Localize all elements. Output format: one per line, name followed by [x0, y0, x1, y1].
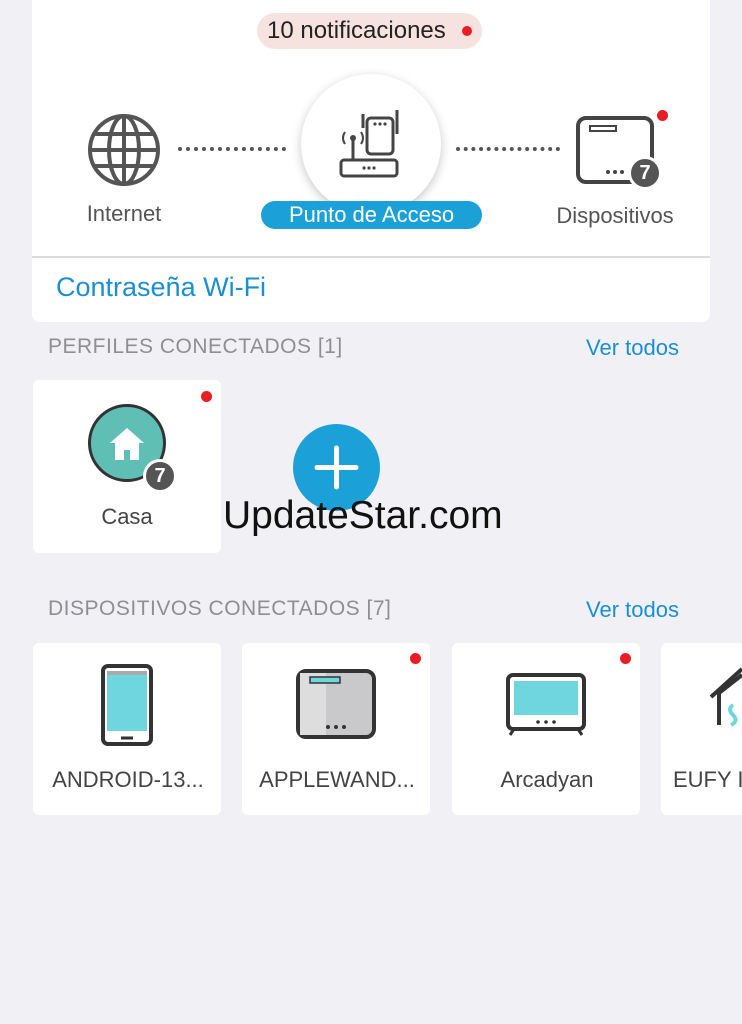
watermark-text: UpdateStar.com	[223, 494, 503, 537]
devices-alert-dot	[657, 110, 668, 121]
router-box-icon	[296, 669, 376, 739]
globe-icon	[88, 114, 160, 186]
device-card[interactable]: Arcadyan	[452, 643, 640, 815]
profile-card[interactable]: 7 Casa	[33, 380, 221, 553]
profiles-section-title: PERFILES CONECTADOS [1]	[48, 335, 343, 358]
notifications-label: 10 notificaciones	[267, 17, 446, 44]
tv-icon	[506, 673, 586, 736]
access-point-label: Punto de Acceso	[261, 201, 482, 229]
devices-section-title: DISPOSITIVOS CONECTADOS [7]	[48, 597, 392, 620]
profiles-see-all-link[interactable]: Ver todos	[586, 335, 679, 361]
notification-dot	[461, 26, 472, 36]
device-name: APPLEWAND...	[259, 767, 415, 792]
card-divider	[32, 256, 710, 258]
internet-node[interactable]	[86, 112, 162, 188]
access-point-node[interactable]	[301, 74, 441, 214]
smart-home-icon	[709, 667, 742, 727]
internet-label: Internet	[86, 201, 162, 226]
connector-ap-devices	[456, 147, 560, 151]
devices-see-all-link[interactable]: Ver todos	[586, 597, 679, 623]
profile-device-count-badge: 7	[143, 459, 177, 493]
wifi-password-link[interactable]: Contraseña Wi-Fi	[56, 272, 266, 303]
device-name: ANDROID-13...	[52, 767, 204, 792]
profile-name: Casa	[101, 504, 153, 529]
device-name: Arcadyan	[500, 767, 594, 792]
device-card[interactable]: ANDROID-13...	[33, 643, 221, 815]
device-card[interactable]: APPLEWAND...	[242, 643, 430, 815]
device-card[interactable]: EUFY I	[661, 643, 742, 815]
connector-internet-ap	[178, 147, 286, 151]
device-name: EUFY I	[673, 767, 742, 792]
devices-count-badge: 7	[628, 156, 662, 190]
access-point-icon	[339, 110, 399, 178]
phone-icon	[101, 664, 153, 746]
devices-label: Dispositivos	[556, 203, 674, 228]
profile-alert-dot	[201, 391, 212, 402]
notifications-pill[interactable]: 10 notificaciones	[257, 13, 482, 49]
